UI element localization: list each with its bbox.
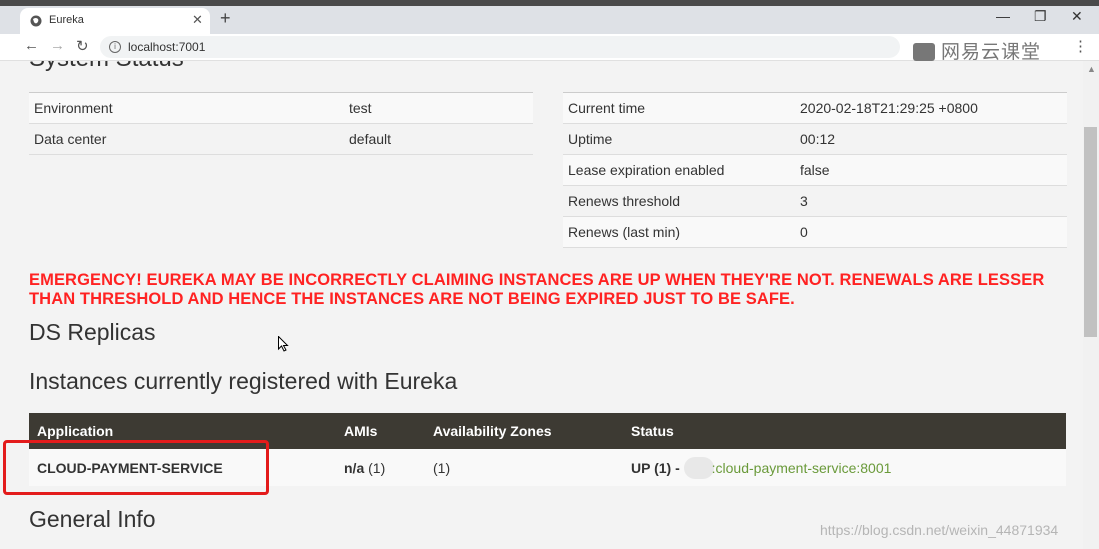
- status-value: 2020-02-18T21:29:25 +0800: [795, 92, 1067, 124]
- table-row: Lease expiration enabled false: [563, 154, 1067, 186]
- url-text: localhost:7001: [128, 40, 206, 54]
- tab-title: Eureka: [49, 14, 84, 26]
- status-value: 3: [795, 185, 1067, 217]
- status-value: test: [344, 92, 533, 124]
- browser-toolbar: ← → ↻ i localhost:7001 网易云课堂 ⋮: [0, 34, 1099, 64]
- zones-cell: (1): [425, 449, 623, 486]
- globe-icon: [30, 15, 42, 27]
- status-label: Current time: [563, 92, 795, 124]
- close-window-button[interactable]: ✕: [1071, 8, 1083, 25]
- scrollbar-thumb[interactable]: [1084, 127, 1097, 337]
- tab-close-icon[interactable]: ✕: [192, 12, 203, 28]
- scroll-up-arrow-icon[interactable]: ▲: [1087, 64, 1096, 74]
- table-row: Data center default: [29, 123, 533, 155]
- ds-replicas-heading: DS Replicas: [29, 319, 156, 345]
- instance-link[interactable]: :cloud-payment-service:8001: [712, 460, 892, 476]
- amis-count: (1): [364, 459, 386, 476]
- right-status-table: Current time 2020-02-18T21:29:25 +0800 U…: [563, 92, 1067, 248]
- highlight-annotation: [3, 440, 269, 495]
- menu-kebab-icon[interactable]: ⋮: [1073, 37, 1088, 55]
- left-status-table: Environment test Data center default: [29, 92, 533, 155]
- maximize-button[interactable]: ❐: [1034, 8, 1047, 25]
- info-icon[interactable]: i: [109, 41, 121, 53]
- forward-arrow-icon[interactable]: →: [50, 37, 65, 54]
- general-info-heading: General Info: [29, 506, 156, 532]
- brand-logo-icon: [913, 43, 935, 61]
- amis-value: n/a: [344, 459, 365, 476]
- address-bar[interactable]: i localhost:7001: [100, 36, 900, 58]
- browser-titlebar: Eureka ✕ + — ❐ ✕: [0, 6, 1099, 34]
- col-availability-zones: Availability Zones: [425, 413, 623, 449]
- status-cell: UP (1) - :cloud-payment-service:8001: [623, 449, 1066, 486]
- brand-text: 网易云课堂: [941, 42, 1042, 63]
- table-row: Renews (last min) 0: [563, 216, 1067, 248]
- status-label: Uptime: [563, 123, 795, 155]
- eureka-page: System Status Environment test Data cent…: [0, 61, 1083, 549]
- emergency-warning: EMERGENCY! EUREKA MAY BE INCORRECTLY CLA…: [29, 271, 1045, 308]
- table-row: Renews threshold 3: [563, 185, 1067, 217]
- status-prefix: UP (1) -: [631, 459, 684, 476]
- table-row: Environment test: [29, 92, 533, 124]
- col-status: Status: [623, 413, 1066, 449]
- minimize-button[interactable]: —: [996, 8, 1010, 24]
- status-label: Renews threshold: [563, 185, 795, 217]
- browser-tab[interactable]: Eureka ✕: [20, 8, 210, 34]
- status-label: Data center: [29, 123, 344, 155]
- status-value: false: [795, 154, 1067, 186]
- status-label: Environment: [29, 92, 344, 124]
- redacted-host: [683, 456, 714, 479]
- status-value: 0: [795, 216, 1067, 248]
- instances-heading: Instances currently registered with Eure…: [29, 368, 458, 394]
- status-label: Lease expiration enabled: [563, 154, 795, 186]
- col-amis: AMIs: [336, 413, 425, 449]
- amis-cell: n/a (1): [336, 449, 425, 486]
- system-status-heading: System Status: [29, 61, 184, 73]
- table-row: Uptime 00:12: [563, 123, 1067, 155]
- back-arrow-icon[interactable]: ←: [24, 37, 39, 54]
- brand-watermark: 网易云课堂: [913, 37, 1041, 64]
- new-tab-button[interactable]: +: [220, 8, 231, 29]
- table-row: Current time 2020-02-18T21:29:25 +0800: [563, 92, 1067, 124]
- scrollbar[interactable]: ▲: [1083, 61, 1099, 549]
- status-value: 00:12: [795, 123, 1067, 155]
- mouse-cursor-icon: [278, 336, 289, 352]
- csdn-watermark: https://blog.csdn.net/weixin_44871934: [820, 522, 1059, 538]
- status-value: default: [344, 123, 533, 155]
- reload-icon[interactable]: ↻: [76, 37, 89, 55]
- status-label: Renews (last min): [563, 216, 795, 248]
